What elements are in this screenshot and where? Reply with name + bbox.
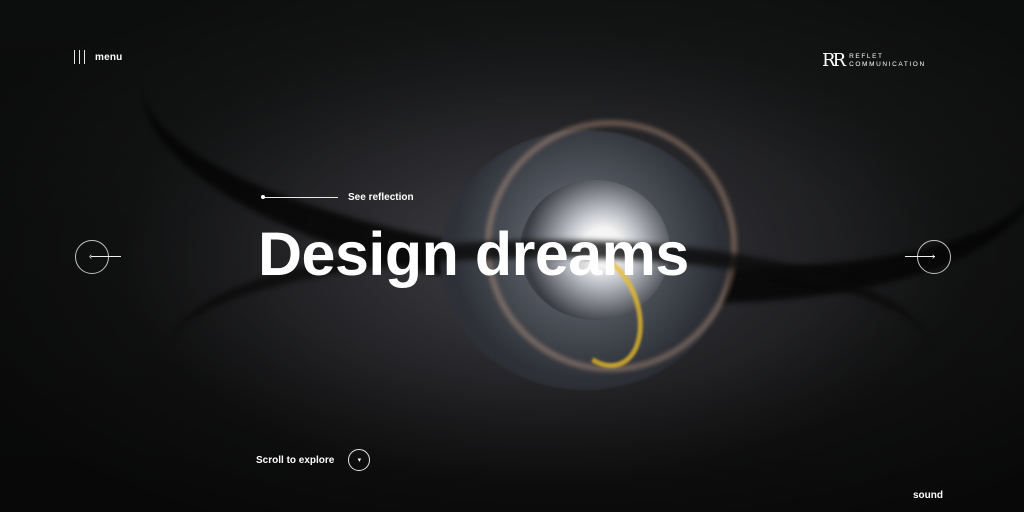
sound-toggle[interactable]: sound — [913, 490, 943, 501]
see-reflection-link[interactable]: See reflection — [261, 192, 414, 203]
arrow-right-icon — [905, 256, 935, 257]
brand-logo-link[interactable]: RR REFLET COMMUNICATION — [822, 52, 926, 70]
next-slide-button[interactable]: › — [905, 240, 951, 274]
scroll-label: Scroll to explore — [256, 454, 335, 466]
scroll-to-explore-button[interactable]: Scroll to explore ▾ — [256, 449, 371, 471]
hero-headline: Design dreams — [258, 220, 689, 288]
arrow-left-head-icon: ‹ — [89, 251, 92, 261]
previous-slide-button[interactable]: ‹ — [75, 240, 121, 274]
arrow-left-icon — [91, 256, 121, 257]
menu-label: menu — [95, 51, 123, 63]
brand-monogram: RR — [822, 50, 846, 71]
menu-button[interactable]: menu — [74, 50, 122, 64]
see-reflection-label: See reflection — [348, 192, 414, 203]
chevron-down-icon: ▾ — [348, 449, 371, 471]
brand-name-line2: COMMUNICATION — [849, 61, 926, 68]
link-line-decoration — [261, 195, 338, 199]
brand-name-line1: REFLET — [849, 53, 884, 60]
arrow-right-head-icon: › — [932, 251, 935, 261]
brand-name: REFLET COMMUNICATION — [849, 53, 926, 69]
menu-icon — [74, 50, 85, 64]
